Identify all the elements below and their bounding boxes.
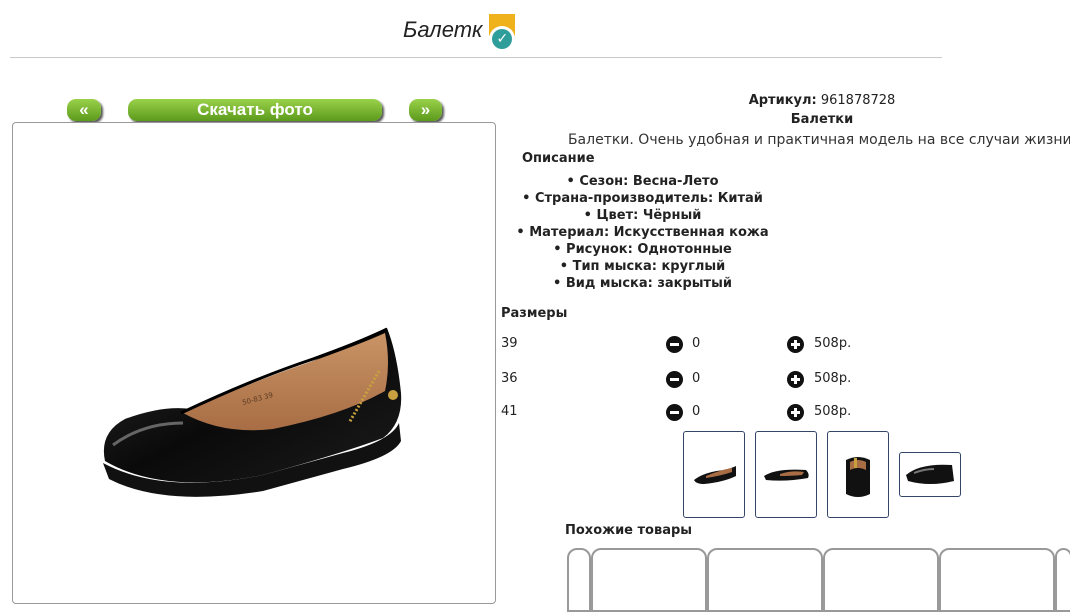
minus-icon[interactable] [666, 336, 683, 353]
size-row: 41 0 508р. [501, 404, 861, 424]
minus-icon[interactable] [666, 404, 683, 421]
prev-photo-button[interactable]: « [67, 99, 101, 121]
title-wrap: Балетк ✓ [403, 8, 516, 52]
article-line: Артикул: 961878728 [500, 93, 1070, 108]
price-value: 508р. [814, 336, 852, 351]
similar-product-card[interactable] [707, 548, 823, 612]
size-value: 39 [501, 336, 518, 351]
thumbnail-2[interactable] [755, 431, 817, 518]
page-title: Балетк [403, 17, 483, 42]
plus-icon[interactable] [787, 336, 804, 353]
article-label: Артикул: [748, 93, 817, 108]
properties-list: Сезон: Весна-Лето Страна-производитель: … [500, 173, 785, 292]
property-item: Рисунок: Однотонные [500, 241, 785, 258]
thumbnail-3[interactable] [827, 431, 889, 518]
size-value: 41 [501, 404, 518, 419]
article-value: 961878728 [820, 93, 896, 108]
main-product-photo: 50-83 39 [12, 122, 496, 604]
similar-products-title: Похожие товары [565, 523, 693, 538]
plus-icon[interactable] [787, 404, 804, 421]
price-value: 508р. [814, 371, 852, 386]
quantity-value: 0 [692, 404, 701, 419]
similar-product-card[interactable] [939, 548, 1055, 612]
minus-icon[interactable] [666, 371, 683, 388]
size-row: 39 0 508р. [501, 336, 861, 356]
plus-icon[interactable] [787, 371, 804, 388]
thumbnail-4[interactable] [899, 452, 961, 497]
quantity-value: 0 [692, 336, 701, 351]
description-heading: Описание [522, 151, 595, 166]
price-value: 508р. [814, 404, 852, 419]
sizes-title: Размеры [501, 306, 568, 321]
property-item: Тип мыска: круглый [500, 258, 785, 275]
size-row: 36 0 508р. [501, 371, 861, 391]
verified-badge-icon: ✓ [488, 14, 516, 52]
property-item: Страна-производитель: Китай [500, 190, 785, 207]
similar-product-card[interactable] [1055, 548, 1070, 612]
property-item: Вид мыска: закрытый [500, 275, 785, 292]
shoe-image: 50-83 39 [103, 327, 402, 497]
thumbnail-1[interactable] [683, 431, 745, 518]
similar-product-card[interactable] [591, 548, 707, 612]
next-photo-button[interactable]: » [409, 99, 442, 121]
property-item: Сезон: Весна-Лето [500, 173, 785, 190]
property-item: Цвет: Чёрный [500, 207, 785, 224]
similar-product-card[interactable] [823, 548, 939, 612]
property-item: Материал: Искусственная кожа [500, 224, 785, 241]
size-value: 36 [501, 371, 518, 386]
similar-product-card[interactable] [567, 548, 591, 612]
download-photo-button[interactable]: Скачать фото [128, 99, 382, 121]
product-description: Балетки. Очень удобная и практичная моде… [567, 132, 1070, 148]
quantity-value: 0 [692, 371, 701, 386]
product-name: Балетки [790, 112, 854, 127]
